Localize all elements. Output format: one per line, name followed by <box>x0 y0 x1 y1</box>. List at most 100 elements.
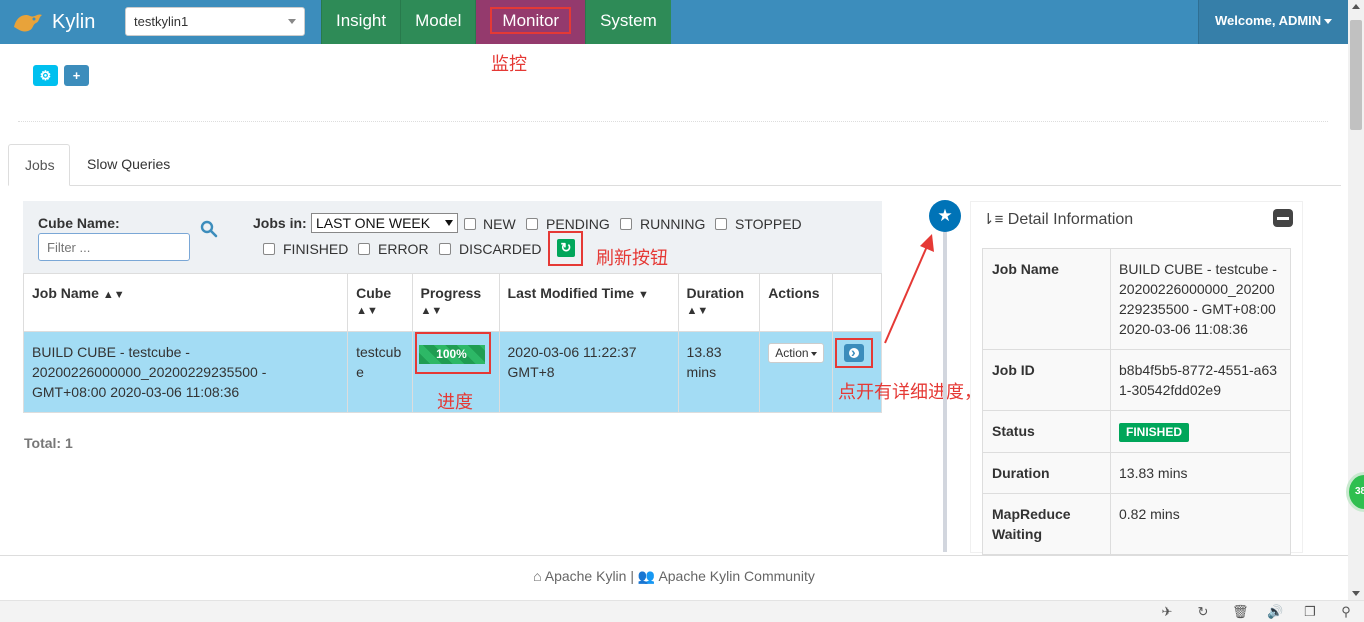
trash-icon[interactable]: 🗑 <box>1232 605 1249 619</box>
actions-cell: Action <box>759 331 833 413</box>
footer-link-apache-kylin[interactable]: Apache Kylin <box>545 568 627 584</box>
scroll-up-icon[interactable] <box>1352 4 1360 9</box>
zoom-icon[interactable]: ⚲ <box>1339 605 1353 619</box>
detail-table: Job Name BUILD CUBE - testcube - 2020022… <box>982 248 1291 555</box>
tab-jobs[interactable]: Jobs <box>8 144 70 186</box>
app-name: Kylin <box>52 10 96 33</box>
detail-key-duration: Duration <box>982 452 1111 494</box>
duration-cell: 13.83 mins <box>677 331 761 413</box>
kylin-logo[interactable]: Kylin <box>10 6 110 38</box>
nav-model-label: Model <box>415 11 462 30</box>
col-duration[interactable]: Duration ▲▼ <box>677 273 761 332</box>
nav-monitor[interactable]: Monitor <box>475 0 586 44</box>
jobs-in-value: LAST ONE WEEK <box>316 215 431 231</box>
scroll-down-icon[interactable] <box>1352 591 1360 596</box>
sort-icon: ▲▼ <box>102 289 125 301</box>
dropdown-arrow-icon <box>445 220 453 226</box>
total-count: Total: 1 <box>24 435 73 451</box>
jobs-in-select[interactable]: LAST ONE WEEK <box>311 213 458 233</box>
manage-jobs-button[interactable]: ⚙ <box>33 65 58 86</box>
table-header-row: Job Name ▲▼ Cube ▲▼ Progress ▲▼ Last Modi… <box>22 273 883 332</box>
tab-slow-queries[interactable]: Slow Queries <box>71 144 186 186</box>
checkbox-pending[interactable] <box>526 218 538 230</box>
sort-desc-icon: ▼ <box>637 289 649 301</box>
users-icon: 👥 <box>637 568 656 584</box>
cube-cell: testcube <box>347 331 413 413</box>
home-icon: ⌂ <box>533 568 542 584</box>
col-job-name-label: Job Name <box>32 285 99 301</box>
col-job-name[interactable]: Job Name ▲▼ <box>22 273 349 332</box>
col-actions-label: Actions <box>768 285 820 301</box>
status-label-finished: FINISHED <box>283 241 349 257</box>
checkbox-finished[interactable] <box>263 243 275 255</box>
col-duration-label: Duration <box>686 285 745 301</box>
browser-statusbar: ✈ ↻ 🗑 🔊 ❐ ⚲ <box>0 600 1364 622</box>
progress-bar: 100% <box>418 345 485 364</box>
sort-icon: ▲▼ <box>356 305 378 317</box>
detail-value-job-name: BUILD CUBE - testcube - 20200226000000_2… <box>1110 248 1291 350</box>
user-menu[interactable]: Welcome, ADMIN <box>1198 0 1348 44</box>
floating-badge-count: 38 <box>1355 486 1364 497</box>
action-label: Action <box>775 346 809 360</box>
nav-insight-label: Insight <box>336 11 387 30</box>
col-progress-label: Progress <box>420 285 482 301</box>
add-button[interactable]: + <box>64 65 89 86</box>
checkbox-running[interactable] <box>620 218 632 230</box>
tab-jobs-label: Jobs <box>25 157 55 173</box>
cube-name-label: Cube Name: <box>38 215 120 231</box>
detail-value-duration: 13.83 mins <box>1110 452 1291 494</box>
top-navbar: Kylin testkylin1 Insight Model Monitor S… <box>0 0 1348 44</box>
cube-filter-input[interactable] <box>38 233 190 261</box>
action-dropdown-button[interactable]: Action <box>768 343 824 363</box>
col-progress[interactable]: Progress ▲▼ <box>411 273 500 332</box>
refresh-highlight: ↻ <box>548 231 583 266</box>
last-modified-cell: 2020-03-06 11:22:37 GMT+8 <box>498 331 679 413</box>
annotation-refresh: 刷新按钮 <box>596 248 668 268</box>
col-last-modified[interactable]: Last Modified Time ▼ <box>498 273 679 332</box>
col-cube-label: Cube <box>356 285 392 301</box>
status-badge: FINISHED <box>1119 423 1190 442</box>
speaker-icon[interactable]: 🔊 <box>1267 605 1283 619</box>
collapse-detail-button[interactable] <box>1273 209 1293 227</box>
star-icon[interactable]: ★ <box>929 200 961 232</box>
nav-model[interactable]: Model <box>400 0 476 44</box>
project-select[interactable]: testkylin1 <box>125 7 305 36</box>
detail-key-job-name: Job Name <box>982 248 1111 350</box>
refresh-icon[interactable]: ↻ <box>1196 605 1210 619</box>
checkbox-error[interactable] <box>358 243 370 255</box>
checkbox-new[interactable] <box>464 218 476 230</box>
refresh-icon: ↻ <box>560 240 572 255</box>
search-icon[interactable] <box>200 220 218 238</box>
col-last-modified-label: Last Modified Time <box>507 285 635 301</box>
expand-detail-button[interactable] <box>843 344 864 362</box>
nav-insight[interactable]: Insight <box>321 0 401 44</box>
refresh-button[interactable]: ↻ <box>557 239 575 257</box>
monitor-tabs: Jobs Slow Queries <box>8 144 1341 186</box>
window-icon[interactable]: ❐ <box>1303 605 1317 619</box>
pin-icon[interactable]: ✈ <box>1160 605 1174 619</box>
chevron-down-icon <box>810 351 817 356</box>
kylin-logo-icon <box>14 14 42 32</box>
col-expand <box>831 273 883 332</box>
progress-label: 100% <box>436 347 467 361</box>
detail-value-mapreduce-waiting: 0.82 mins <box>1110 493 1291 555</box>
welcome-text: Welcome, ADMIN <box>1215 13 1322 28</box>
annotation-progress: 进度 <box>437 392 473 412</box>
gears-icon: ⚙ <box>39 68 52 83</box>
timeline-line <box>943 222 947 552</box>
progress-highlight: 100% <box>414 332 491 374</box>
footer-link-community[interactable]: Apache Kylin Community <box>658 568 814 584</box>
col-cube[interactable]: Cube ▲▼ <box>347 273 413 332</box>
chevron-down-icon <box>1324 19 1333 25</box>
status-label-pending: PENDING <box>546 216 610 232</box>
detail-key-job-id: Job ID <box>982 349 1111 411</box>
sort-icon: ▲▼ <box>686 305 709 317</box>
scroll-thumb[interactable] <box>1350 20 1362 130</box>
checkbox-stopped[interactable] <box>715 218 727 230</box>
project-select-value: testkylin1 <box>134 14 189 29</box>
status-label-new: NEW <box>483 216 516 232</box>
nav-system[interactable]: System <box>585 0 671 44</box>
detail-value-status: FINISHED <box>1110 410 1291 453</box>
checkbox-discarded[interactable] <box>439 243 451 255</box>
plus-icon: + <box>72 68 81 83</box>
